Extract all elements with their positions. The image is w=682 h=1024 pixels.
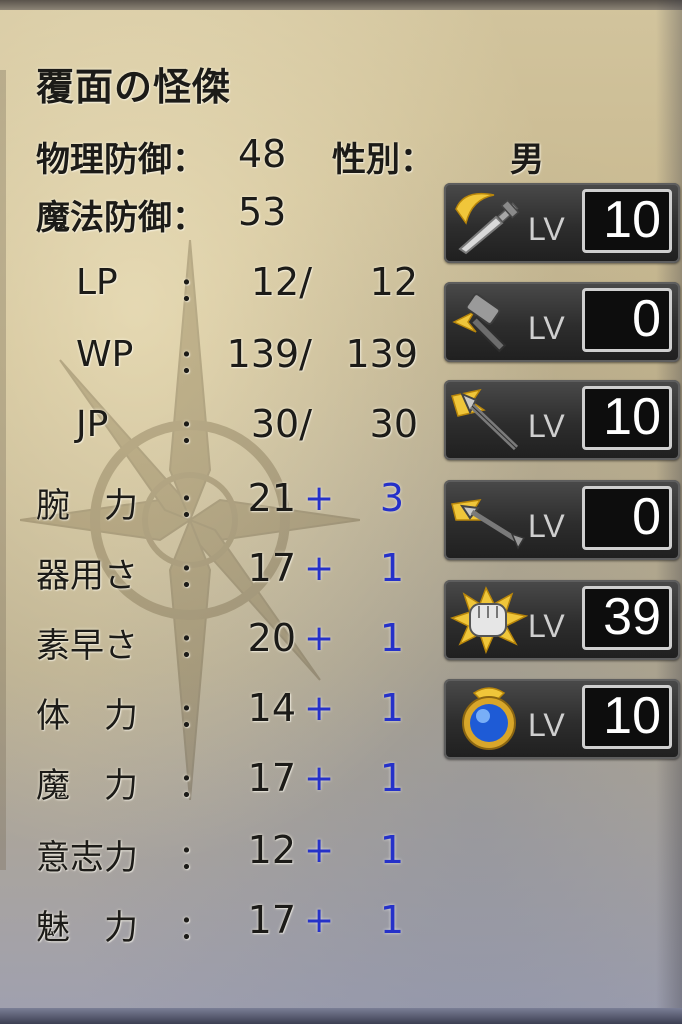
stat-separator: ： xyxy=(178,766,212,806)
stat-separator: ： xyxy=(178,486,212,526)
phys-def-label: 物理防御： xyxy=(36,140,206,180)
point-current: 30/ xyxy=(250,402,312,446)
skill-row-bow[interactable]: LV 0 xyxy=(444,480,680,560)
skill-lv-label: LV xyxy=(528,310,565,346)
phys-def-value: 48 xyxy=(238,132,287,176)
skill-lv-label: LV xyxy=(528,608,565,644)
point-max: 30 xyxy=(369,402,418,446)
stat-label: 魅 力 xyxy=(36,908,138,948)
point-label: WP xyxy=(76,334,134,375)
stat-plus: + xyxy=(304,478,335,519)
stat-bonus: 3 xyxy=(379,476,404,520)
stat-label: 体 力 xyxy=(36,696,138,736)
skill-row-spear[interactable]: LV 10 xyxy=(444,380,680,460)
stat-bonus: 1 xyxy=(379,756,404,800)
stat-bonus: 1 xyxy=(379,686,404,730)
point-max: 139 xyxy=(345,332,418,376)
skill-level: 0 xyxy=(582,288,672,352)
stat-separator: ： xyxy=(178,838,212,878)
stat-base: 17 xyxy=(247,898,296,942)
skill-lv-label: LV xyxy=(528,508,565,544)
left-frame xyxy=(0,70,6,870)
spear-icon xyxy=(451,388,519,451)
stat-plus: + xyxy=(304,758,335,799)
stat-plus: + xyxy=(304,548,335,589)
stat-base: 14 xyxy=(247,686,296,730)
sword-icon xyxy=(455,192,520,255)
stat-base: 20 xyxy=(247,616,296,660)
stat-separator: ： xyxy=(178,696,212,736)
skill-level: 0 xyxy=(582,486,672,550)
skill-lv-label: LV xyxy=(528,211,565,247)
stat-base: 21 xyxy=(247,476,296,520)
skill-lv-label: LV xyxy=(528,707,565,743)
gender-label: 性別： xyxy=(332,140,434,180)
stat-bonus: 1 xyxy=(379,546,404,590)
stat-label: 素早さ xyxy=(36,626,138,666)
skill-lv-label: LV xyxy=(528,408,565,444)
magic-orb-icon xyxy=(462,687,516,750)
stat-separator: ： xyxy=(178,908,212,948)
stat-label: 腕 力 xyxy=(36,486,138,526)
mag-def-value: 53 xyxy=(238,190,287,234)
fist-icon xyxy=(450,586,528,654)
top-frame xyxy=(0,0,682,10)
skill-row-sword[interactable]: LV 10 xyxy=(444,183,680,263)
stat-bonus: 1 xyxy=(379,898,404,942)
skill-level: 39 xyxy=(582,586,672,650)
mag-def-label: 魔法防御： xyxy=(36,198,206,238)
skill-row-martial-arts[interactable]: LV 39 xyxy=(444,580,680,660)
stat-plus: + xyxy=(304,618,335,659)
point-label: JP xyxy=(76,404,109,445)
point-current: 12/ xyxy=(250,260,312,304)
stat-base: 17 xyxy=(247,546,296,590)
stat-base: 12 xyxy=(247,828,296,872)
point-current: 139/ xyxy=(226,332,312,376)
skill-level: 10 xyxy=(582,189,672,253)
stat-plus: + xyxy=(304,900,335,941)
bottom-frame xyxy=(0,1008,682,1024)
stat-separator: ： xyxy=(178,626,212,666)
point-max: 12 xyxy=(369,260,418,304)
stat-separator: ： xyxy=(178,556,212,596)
arrow-icon xyxy=(451,499,526,550)
gender-value: 男 xyxy=(510,140,544,180)
stat-bonus: 1 xyxy=(379,828,404,872)
stat-base: 17 xyxy=(247,756,296,800)
character-name: 覆面の怪傑 xyxy=(36,65,232,109)
stat-plus: + xyxy=(304,830,335,871)
stat-label: 意志力 xyxy=(36,838,138,878)
skill-row-magic[interactable]: LV 10 xyxy=(444,679,680,759)
skill-level: 10 xyxy=(582,386,672,450)
skill-row-hammer[interactable]: LV 0 xyxy=(444,282,680,362)
hammer-icon xyxy=(452,293,507,353)
stat-bonus: 1 xyxy=(379,616,404,660)
stat-label: 魔 力 xyxy=(36,766,138,806)
stat-plus: + xyxy=(304,688,335,729)
point-label: LP xyxy=(76,262,118,303)
stat-label: 器用さ xyxy=(36,556,138,596)
skill-level: 10 xyxy=(582,685,672,749)
